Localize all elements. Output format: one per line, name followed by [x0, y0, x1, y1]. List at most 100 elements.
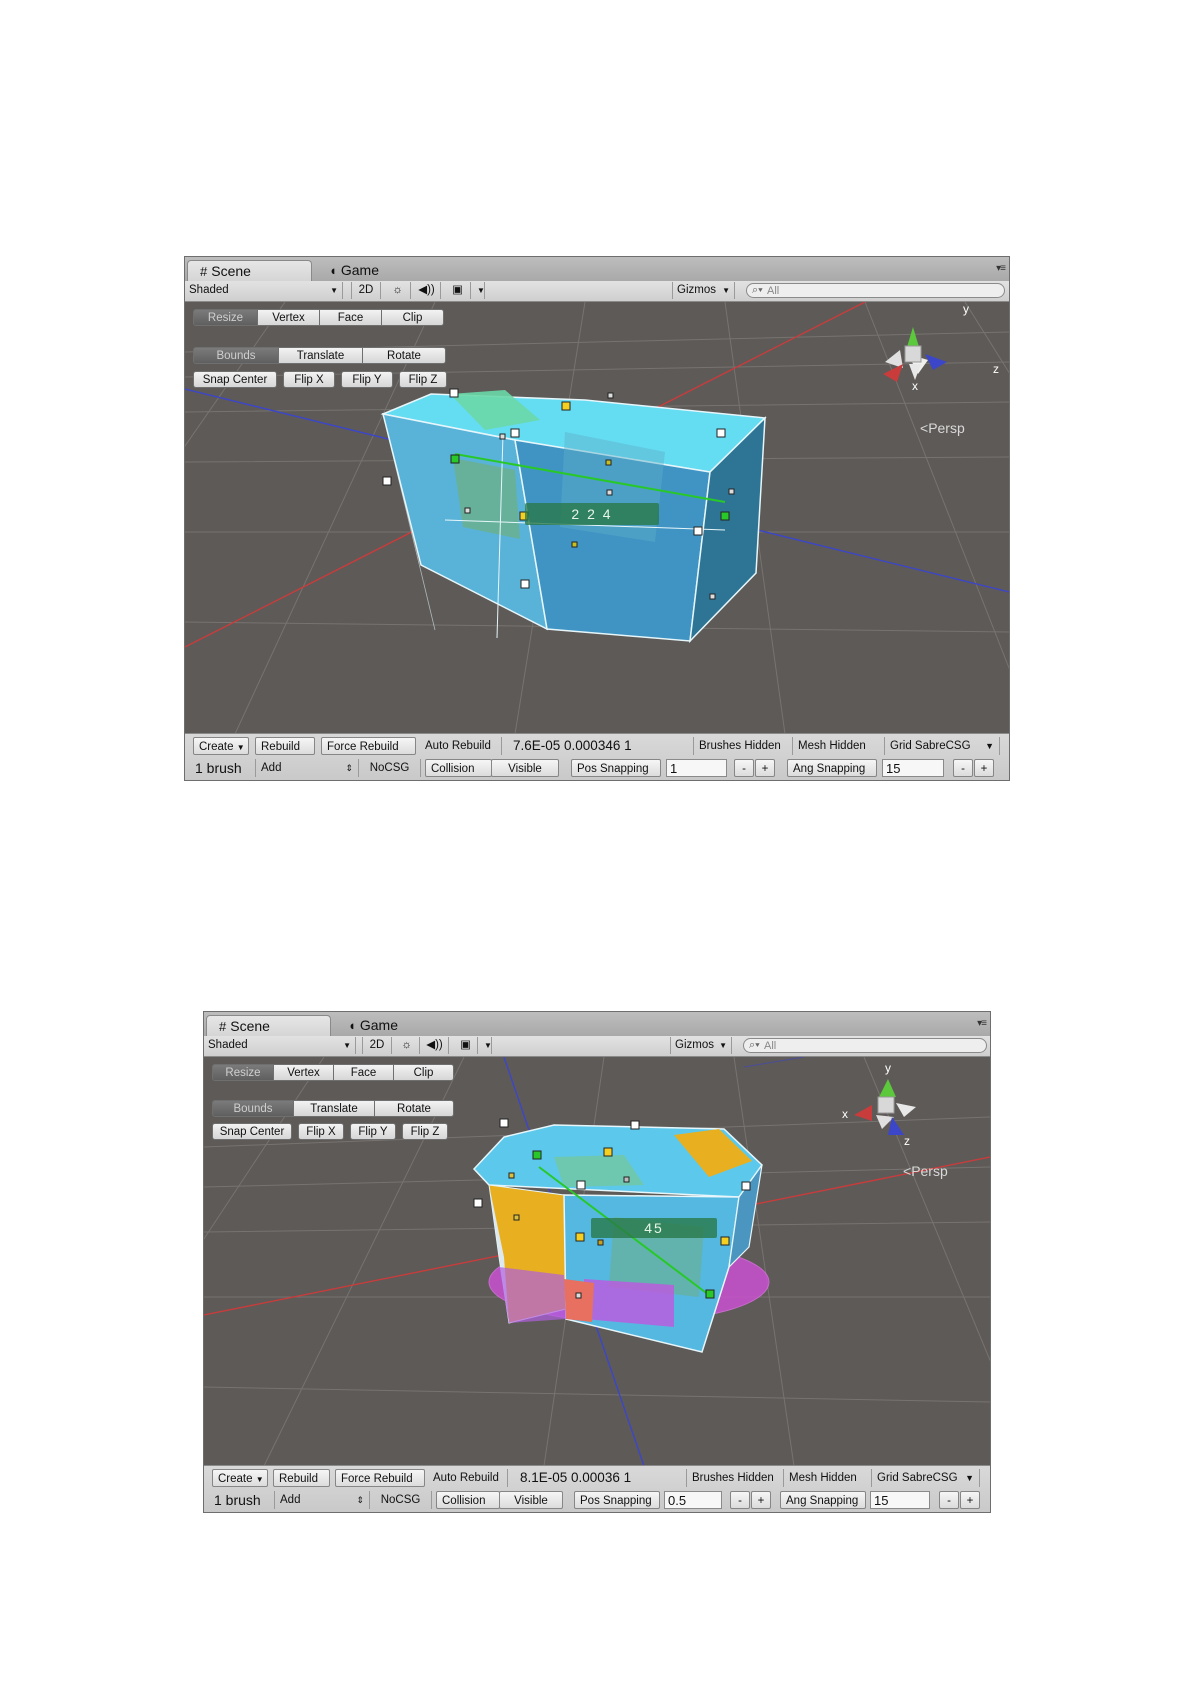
sun-icon[interactable]: ☼ [394, 1037, 420, 1054]
dropdown-arrow-icon: ▼ [330, 286, 338, 295]
mode-face-button[interactable]: Face [319, 309, 382, 326]
mode-face-button[interactable]: Face [333, 1064, 394, 1081]
speaker-icon[interactable]: ◀)) [413, 282, 441, 299]
visible-toggle[interactable]: Visible [499, 1491, 563, 1509]
mode-clip-button[interactable]: Clip [393, 1064, 454, 1081]
operation-dropdown[interactable]: Add ⇕ [274, 1491, 370, 1509]
pacman-icon: ◖ [348, 1018, 356, 1033]
tab-scene[interactable]: # Scene [187, 260, 312, 281]
force-rebuild-button[interactable]: Force Rebuild [321, 737, 416, 755]
image-icon[interactable]: ▣ [445, 282, 471, 299]
pos-decrement-button[interactable]: - [730, 1491, 750, 1509]
snap-center-button[interactable]: Snap Center [193, 371, 277, 388]
gizmos-dropdown[interactable]: Gizmos ▼ [670, 1037, 732, 1054]
flip-x-button[interactable]: Flip X [298, 1123, 344, 1140]
mode-vertex-button[interactable]: Vertex [257, 309, 320, 326]
sabrecsg-toolbar: Create ▼ Rebuild Force Rebuild Auto Rebu… [204, 1465, 990, 1512]
resize-bounds-button[interactable]: Bounds [193, 347, 279, 364]
ang-snapping-toggle[interactable]: Ang Snapping [787, 759, 877, 777]
resize-rotate-button[interactable]: Rotate [374, 1100, 454, 1117]
tab-game[interactable]: ◖ Game [317, 260, 391, 281]
shading-dropdown[interactable]: Shaded ▼ [204, 1037, 356, 1054]
flip-y-button[interactable]: Flip Y [341, 371, 393, 388]
mode-vertex-button[interactable]: Vertex [273, 1064, 334, 1081]
brush-count: 1 brush [195, 760, 242, 776]
resize-bounds-button[interactable]: Bounds [212, 1100, 294, 1117]
effects-dropdown-arrow[interactable]: ▼ [480, 1037, 492, 1054]
gizmos-dropdown[interactable]: Gizmos ▼ [672, 282, 735, 299]
collision-toggle[interactable]: Collision [425, 759, 492, 777]
force-rebuild-button[interactable]: Force Rebuild [335, 1469, 425, 1487]
auto-rebuild-toggle[interactable]: Auto Rebuild [420, 737, 502, 755]
ang-snapping-input[interactable]: 15 [882, 759, 944, 777]
scene-viewport[interactable]: y z x <Persp 2 2 4 Resize Vertex Face Cl… [185, 302, 1009, 734]
scene-viewport[interactable]: y x z <Persp 45 Resize Vertex Face Clip … [204, 1057, 990, 1466]
ang-increment-button[interactable]: + [974, 759, 994, 777]
resize-translate-button[interactable]: Translate [278, 347, 363, 364]
perspective-label[interactable]: <Persp [920, 420, 965, 436]
mode-2d-button[interactable]: 2D [351, 282, 381, 299]
pos-increment-button[interactable]: + [751, 1491, 771, 1509]
dimension-label: 2 2 4 [525, 503, 659, 525]
flip-z-button[interactable]: Flip Z [402, 1123, 448, 1140]
toolbar-row-1: Create ▼ Rebuild Force Rebuild Auto Rebu… [185, 735, 1009, 757]
pos-snapping-toggle[interactable]: Pos Snapping [574, 1491, 660, 1509]
ang-increment-button[interactable]: + [960, 1491, 980, 1509]
mode-resize-button[interactable]: Resize [212, 1064, 274, 1081]
scene-toolbar: Shaded ▼ 2D ☼ ◀)) ▣ ▼ Gizmos ▼ ⌕▾ All [185, 281, 1009, 302]
ang-snapping-toggle[interactable]: Ang Snapping [780, 1491, 866, 1509]
grid-dropdown[interactable]: Grid SabreCSG ▼ [872, 1469, 980, 1487]
mode-clip-button[interactable]: Clip [381, 309, 444, 326]
orientation-gizmo[interactable] [854, 1079, 916, 1135]
pos-decrement-button[interactable]: - [734, 759, 754, 777]
pos-snapping-input[interactable]: 1 [666, 759, 727, 777]
nocsg-toggle[interactable]: NoCSG [370, 1491, 432, 1509]
dropdown-arrow-icon: ▼ [719, 1041, 727, 1050]
create-dropdown[interactable]: Create ▼ [193, 737, 249, 755]
create-dropdown[interactable]: Create ▼ [212, 1469, 268, 1487]
search-input[interactable]: ⌕▾ All [743, 1038, 987, 1053]
mode-resize-button[interactable]: Resize [193, 309, 258, 326]
brush-box [472, 1124, 763, 1353]
rebuild-button[interactable]: Rebuild [273, 1469, 330, 1487]
flip-x-button[interactable]: Flip X [283, 371, 335, 388]
sun-icon[interactable]: ☼ [385, 282, 411, 299]
visible-toggle[interactable]: Visible [491, 759, 559, 777]
snap-center-button[interactable]: Snap Center [212, 1123, 292, 1140]
tab-game[interactable]: ◖ Game [336, 1015, 410, 1036]
pos-increment-button[interactable]: + [755, 759, 775, 777]
rebuild-button[interactable]: Rebuild [255, 737, 315, 755]
resize-translate-button[interactable]: Translate [293, 1100, 375, 1117]
image-icon[interactable]: ▣ [454, 1037, 478, 1054]
mode-2d-button[interactable]: 2D [362, 1037, 392, 1054]
speaker-icon[interactable]: ◀)) [421, 1037, 449, 1054]
flip-y-button[interactable]: Flip Y [350, 1123, 396, 1140]
brushes-hidden-toggle[interactable]: Brushes Hidden [686, 1469, 784, 1487]
search-input[interactable]: ⌕▾ All [746, 283, 1005, 298]
resize-rotate-button[interactable]: Rotate [362, 347, 446, 364]
grid-hash-icon: # [219, 1019, 227, 1034]
flip-z-button[interactable]: Flip Z [399, 371, 447, 388]
perspective-label[interactable]: <Persp [903, 1163, 948, 1179]
collision-toggle[interactable]: Collision [436, 1491, 500, 1509]
pos-snapping-input[interactable]: 0.5 [664, 1491, 722, 1509]
operation-dropdown[interactable]: Add ⇕ [255, 759, 359, 777]
menu-icon[interactable]: ▾≡ [996, 263, 1006, 274]
tab-scene[interactable]: # Scene [206, 1015, 331, 1036]
mesh-hidden-toggle[interactable]: Mesh Hidden [793, 737, 885, 755]
scene-3d-render [204, 1057, 990, 1466]
ang-snapping-input[interactable]: 15 [870, 1491, 930, 1509]
brushes-hidden-toggle[interactable]: Brushes Hidden [693, 737, 793, 755]
menu-icon[interactable]: ▾≡ [977, 1018, 987, 1029]
ang-decrement-button[interactable]: - [939, 1491, 959, 1509]
gizmo-axis-x: x [842, 1107, 848, 1121]
tab-bar: # Scene ◖ Game ▾≡ [204, 1012, 990, 1037]
effects-dropdown-arrow[interactable]: ▼ [473, 282, 485, 299]
auto-rebuild-toggle[interactable]: Auto Rebuild [428, 1469, 508, 1487]
ang-decrement-button[interactable]: - [953, 759, 973, 777]
shading-dropdown[interactable]: Shaded ▼ [185, 282, 343, 299]
nocsg-toggle[interactable]: NoCSG [359, 759, 421, 777]
mesh-hidden-toggle[interactable]: Mesh Hidden [784, 1469, 872, 1487]
pos-snapping-toggle[interactable]: Pos Snapping [571, 759, 661, 777]
grid-dropdown[interactable]: Grid SabreCSG ▼ [885, 737, 1000, 755]
